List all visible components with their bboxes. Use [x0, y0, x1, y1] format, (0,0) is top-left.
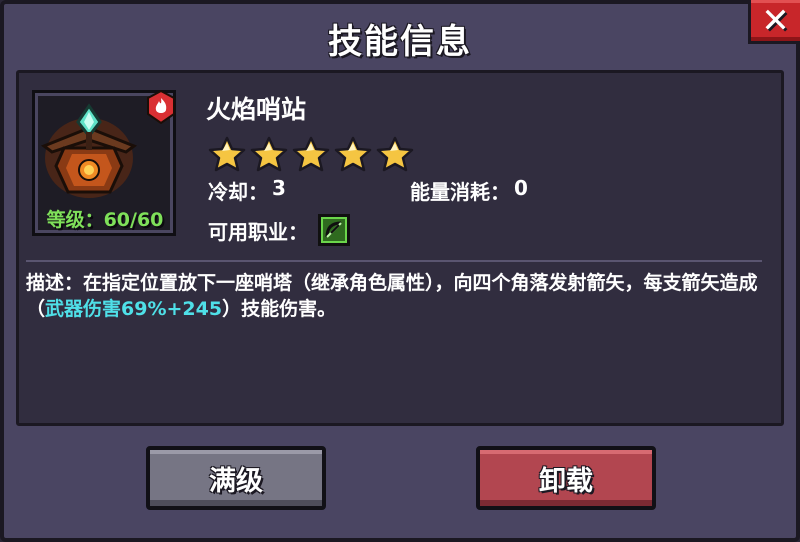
- bow-icon[interactable]: [318, 214, 350, 246]
- title-bar: 技能信息: [60, 6, 740, 70]
- energy-label: 能量消耗：: [410, 180, 510, 204]
- star-icon: [208, 136, 246, 172]
- fire-tower-icon: [40, 103, 138, 198]
- star-icon: [334, 136, 372, 172]
- skill-name: 火焰哨站: [206, 95, 307, 124]
- star-icon: [292, 136, 330, 172]
- close-button[interactable]: ✕: [748, 0, 800, 44]
- dialog-title: 技能信息: [328, 21, 472, 62]
- close-icon: ✕: [761, 0, 790, 41]
- divider: [26, 260, 762, 262]
- energy-stat: 能量消耗： 0: [410, 176, 528, 205]
- cooldown-value: 3: [272, 176, 286, 200]
- max-level-button[interactable]: 满级: [146, 446, 326, 510]
- available-classes: 可用职业：: [208, 214, 350, 246]
- classes-label: 可用职业：: [208, 219, 308, 244]
- damage-formula: 武器伤害69%+245: [45, 298, 223, 320]
- skill-description: 描述：在指定位置放下一座哨塔（继承角色属性），向四个角落发射箭矢，每支箭矢造成（…: [26, 270, 766, 322]
- star-icon: [376, 136, 414, 172]
- fire-icon: [147, 90, 175, 124]
- unload-label: 卸载: [539, 465, 593, 497]
- unload-button[interactable]: 卸载: [476, 446, 656, 510]
- cooldown-label: 冷却：: [208, 180, 268, 204]
- max-level-label: 满级: [209, 465, 263, 497]
- skill-level: 等级：60/60: [46, 209, 164, 231]
- cooldown-stat: 冷却： 3: [208, 176, 286, 205]
- description-suffix: ）技能伤害。: [222, 298, 337, 320]
- star-rating: [208, 136, 414, 172]
- energy-value: 0: [514, 176, 528, 200]
- star-icon: [250, 136, 288, 172]
